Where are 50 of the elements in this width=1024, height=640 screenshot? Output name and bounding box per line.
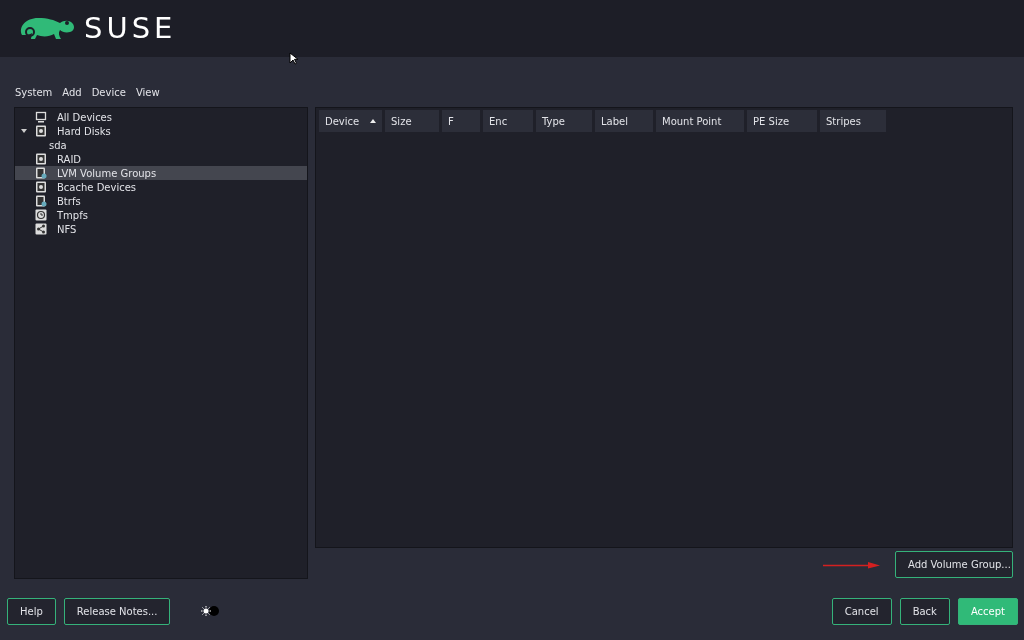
column-header[interactable]: Size — [385, 110, 439, 132]
column-header[interactable]: Enc — [483, 110, 533, 132]
menu-item[interactable]: Device — [91, 77, 126, 107]
add-volume-group-button[interactable]: Add Volume Group... — [895, 551, 1013, 578]
column-label: F — [448, 114, 454, 129]
tree-label: RAID — [57, 152, 82, 167]
column-label: Stripes — [826, 114, 861, 129]
tree-item[interactable]: Btrfs — [15, 194, 307, 208]
footer-button[interactable]: Cancel — [831, 597, 892, 625]
tree-item[interactable]: All Devices — [15, 110, 307, 124]
column-header[interactable]: Stripes — [820, 110, 886, 132]
tree-item[interactable]: NFS — [15, 222, 307, 236]
column-label: PE Size — [753, 114, 790, 129]
tree-label: Tmpfs — [57, 208, 88, 223]
column-header[interactable]: Type — [536, 110, 592, 132]
menu-item[interactable]: Add — [62, 77, 82, 107]
column-label: Size — [391, 114, 412, 129]
tree-label: Hard Disks — [57, 124, 111, 139]
tree-label: LVM Volume Groups — [57, 166, 157, 181]
footer-button[interactable]: Help — [7, 597, 56, 625]
tree-item[interactable]: Bcache Devices — [15, 180, 307, 194]
tree-label: NFS — [57, 222, 77, 237]
expand-arrow-icon[interactable] — [21, 128, 27, 133]
tree-item[interactable]: Tmpfs — [15, 208, 307, 222]
tree-item[interactable]: Hard Disks — [15, 124, 307, 138]
column-label: Device — [325, 114, 360, 129]
footer-button[interactable]: Back — [899, 597, 950, 625]
theme-toggle-icon[interactable] — [200, 605, 221, 617]
column-header[interactable]: PE Size — [747, 110, 817, 132]
footer-button[interactable]: Release Notes... — [63, 597, 171, 625]
pointer-arrow-icon — [823, 560, 881, 569]
tree-item[interactable]: LVM Volume Groups — [15, 166, 307, 180]
tree-label: Bcache Devices — [57, 180, 137, 195]
column-label: Mount Point — [662, 114, 722, 129]
tree-item[interactable]: RAID — [15, 152, 307, 166]
column-header[interactable]: Mount Point — [656, 110, 744, 132]
column-header[interactable]: Device — [319, 110, 382, 132]
tree-label: All Devices — [57, 110, 112, 125]
column-label: Label — [601, 114, 628, 129]
tree-label: Btrfs — [57, 194, 81, 209]
column-header[interactable]: F — [442, 110, 480, 132]
tree-label: sda — [49, 138, 67, 153]
menu-item[interactable]: System — [15, 77, 53, 107]
column-label: Enc — [489, 114, 508, 129]
column-label: Type — [542, 114, 565, 129]
mouse-cursor-icon — [289, 50, 298, 65]
tree-item[interactable]: sda — [15, 138, 307, 152]
logo-text: SUSE — [84, 14, 177, 43]
column-header[interactable]: Label — [595, 110, 653, 132]
menu-item[interactable]: View — [135, 77, 160, 107]
